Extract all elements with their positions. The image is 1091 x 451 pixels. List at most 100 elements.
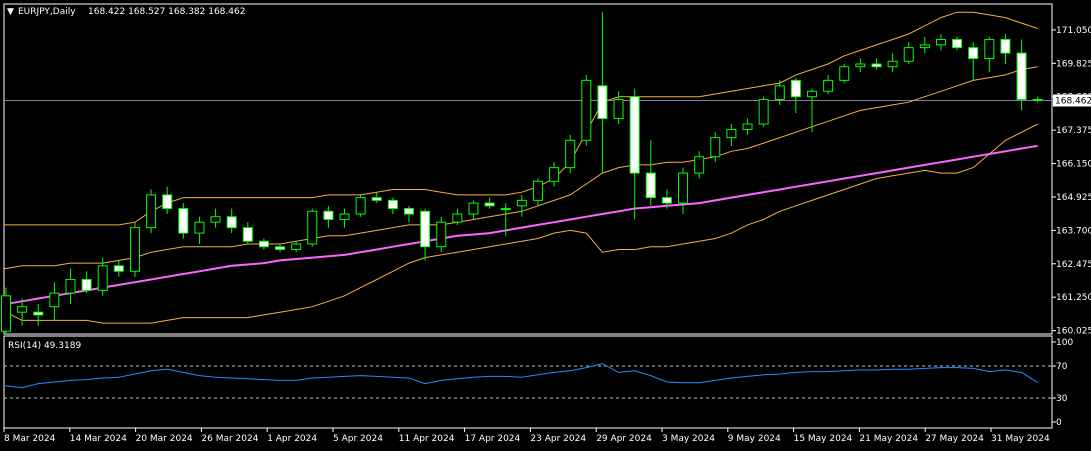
date-tick-label: 31 May 2024: [991, 434, 1050, 444]
bollinger-lower-line: [4, 123, 1038, 324]
candle-body-bear: [1000, 38, 1011, 54]
price-tick-label: 161.250: [1056, 293, 1091, 303]
candle-body-bear: [242, 227, 253, 242]
candle-body-bull: [1, 295, 11, 332]
bollinger-upper-line: [4, 11, 1038, 226]
price-tick-label: 166.150: [1056, 160, 1091, 170]
candle-body-bull: [565, 139, 576, 169]
candle-body-bull: [210, 216, 221, 223]
candle-body-bull: [742, 123, 753, 130]
candle-body-bull: [726, 128, 737, 139]
candle-body-bear: [968, 47, 979, 60]
candle-body-bull: [516, 199, 527, 207]
candle-body-bear: [113, 265, 124, 272]
candle-body-bull: [129, 227, 140, 272]
candle-body-bear: [420, 210, 431, 248]
candle-body-bull: [97, 265, 108, 291]
candle-body-bear: [258, 240, 269, 248]
candle-body-bull: [49, 292, 60, 308]
candle-body-bear: [597, 85, 608, 120]
candle-body-bull: [678, 172, 689, 204]
candle-body-bull: [500, 208, 511, 211]
candle-body-bear: [162, 194, 173, 210]
candle-body-bear: [275, 246, 286, 250]
candle-body-bear: [629, 96, 640, 174]
candle-body-bear: [81, 278, 92, 291]
chart-menu-arrow-icon[interactable]: ▼: [7, 7, 14, 17]
candles: [1, 12, 1043, 334]
candle-body-bull: [903, 47, 914, 62]
date-tick-label: 23 Apr 2024: [530, 434, 586, 444]
price-tick-label: 160.025: [1056, 327, 1091, 337]
candle-body-bull: [774, 85, 785, 100]
candle-body-bull: [823, 79, 834, 92]
price-tick-label: 163.700: [1056, 226, 1091, 236]
candle-body-bull: [935, 38, 946, 46]
candle-body-bear: [404, 208, 414, 215]
date-tick-label: 27 May 2024: [925, 434, 984, 444]
chart-window: 171.050169.825168.600167.375166.150164.9…: [0, 0, 1091, 451]
date-tick-label: 11 Apr 2024: [399, 434, 455, 444]
candle-body-bull: [549, 167, 560, 182]
candle-body-bull: [839, 66, 850, 81]
price-tick-label: 167.375: [1056, 126, 1091, 136]
date-tick-label: 21 May 2024: [859, 434, 918, 444]
date-tick-label: 17 Apr 2024: [465, 434, 521, 444]
candle-body-bear: [178, 208, 189, 234]
candle-body-bear: [661, 197, 672, 204]
candle-body-bull: [613, 98, 624, 120]
current-price-label: 168.462: [1055, 96, 1091, 106]
candle-body-bull: [887, 60, 898, 68]
candle-body-bull: [65, 278, 76, 294]
date-tick-label: 3 May 2024: [662, 434, 715, 444]
candle-body-bear: [323, 210, 334, 220]
rsi-tick-label: 30: [1056, 394, 1068, 404]
candle-body-bear: [484, 202, 495, 207]
candle-body-bear: [226, 216, 237, 229]
candle-body-bear: [1016, 52, 1027, 100]
date-tick-label: 26 Mar 2024: [201, 434, 258, 444]
chart-svg: 171.050169.825168.600167.375166.150164.9…: [1, 3, 1091, 444]
chart-ohlc: 168.422 168.527 168.382 168.462: [88, 7, 245, 17]
candle-body-bull: [452, 213, 463, 223]
date-tick-label: 5 Apr 2024: [333, 434, 383, 444]
bollinger-middle-line: [4, 66, 1038, 269]
candle-body-bull: [758, 98, 769, 125]
candle-body-bull: [532, 180, 543, 201]
moving-average: [5, 144, 1038, 305]
date-tick-label: 9 May 2024: [728, 434, 781, 444]
candle-body-bear: [1032, 98, 1043, 101]
date-tick-label: 20 Mar 2024: [136, 434, 193, 444]
price-tick-label: 164.925: [1056, 193, 1091, 203]
candle-body-bull: [194, 221, 205, 234]
candle-body-bear: [645, 172, 656, 199]
date-axis: 8 Mar 2024 14 Mar 2024 20 Mar 2024 26 Mar 2…: [3, 428, 1050, 444]
rsi-panel-frame: [3, 335, 1053, 429]
candle-body-bear: [871, 63, 882, 68]
main-panel-frame: [3, 3, 1053, 335]
price-axis: 171.050169.825168.600167.375166.150164.9…: [4, 26, 1091, 337]
rsi-label: RSI(14) 49.3189: [8, 341, 81, 351]
candle-body-bear: [952, 38, 963, 49]
candle-body-bull: [694, 156, 705, 174]
candle-body-bull: [710, 137, 721, 158]
price-tick-label: 169.825: [1056, 59, 1091, 69]
candle-body-bull: [436, 221, 447, 248]
rsi-tick-label: 100: [1056, 338, 1073, 348]
candle-body-bull: [146, 194, 157, 229]
date-tick-label: 1 Apr 2024: [267, 434, 317, 444]
price-tick-label: 171.050: [1056, 26, 1091, 36]
candle-body-bull: [984, 38, 995, 60]
date-tick-label: 29 Apr 2024: [596, 434, 652, 444]
bollinger-bands: [4, 11, 1038, 324]
ma-line: [5, 144, 1038, 305]
candle-body-bull: [855, 63, 866, 68]
candle-body-bear: [371, 197, 382, 201]
rsi-indicator: 100 70 30 0: [4, 338, 1073, 428]
date-tick-label: 14 Mar 2024: [70, 434, 127, 444]
rsi-line: [4, 363, 1038, 389]
candle-body-bull: [307, 210, 318, 245]
rsi-tick-label: 0: [1056, 418, 1062, 428]
candle-body-bull: [807, 90, 817, 98]
candle-body-bear: [790, 79, 801, 98]
